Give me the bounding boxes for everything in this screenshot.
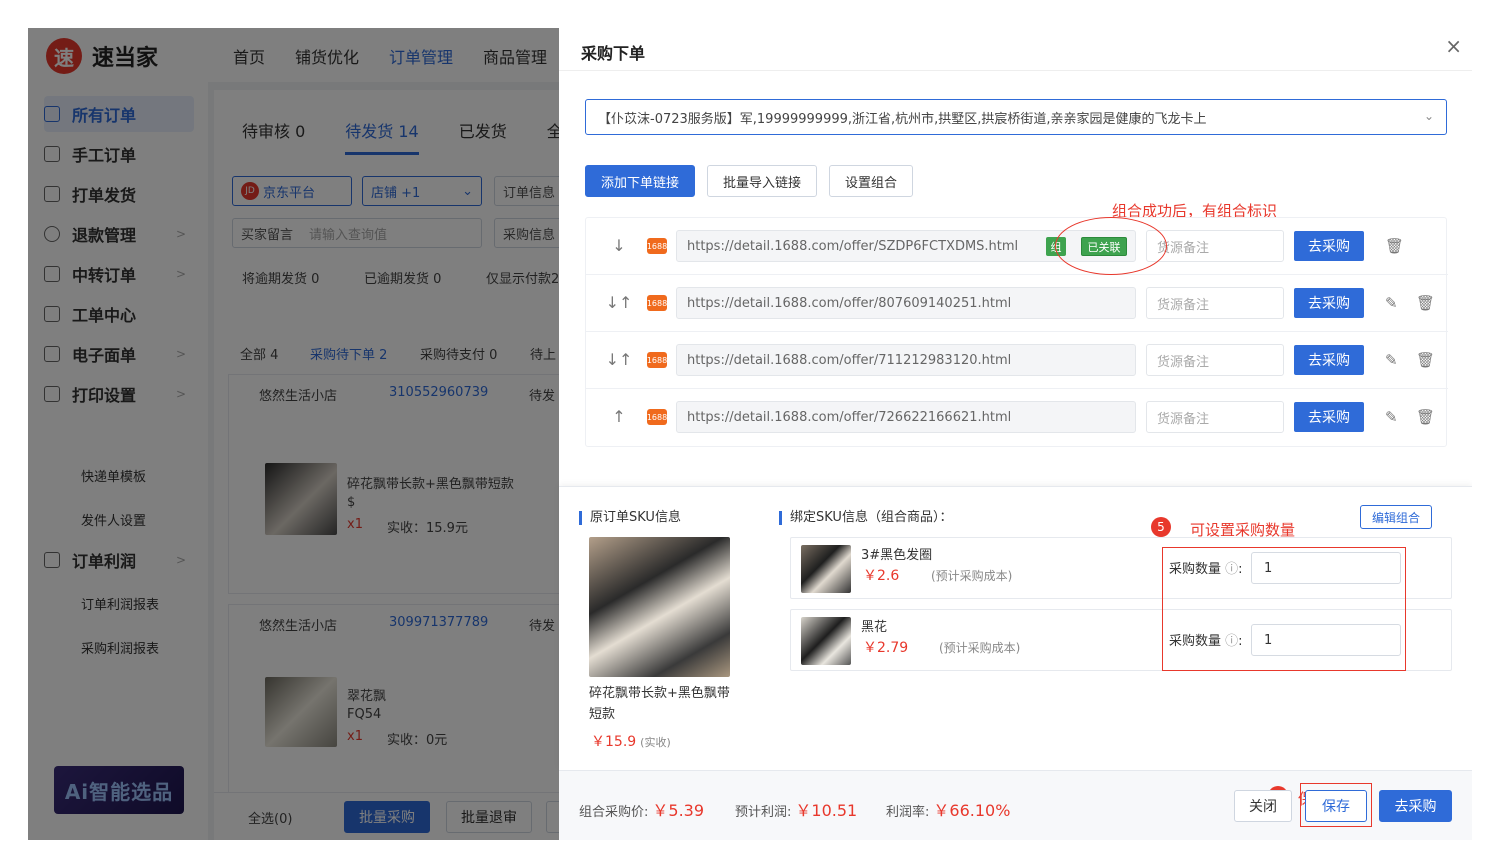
add-link-button[interactable]: 添加下单链接 (585, 165, 695, 197)
source-note-input[interactable]: 货源备注 (1146, 401, 1284, 433)
move-updown-icon[interactable]: ↓↑ (602, 350, 636, 369)
link-url-field[interactable]: https://detail.1688.com/offer/8076091402… (676, 287, 1136, 319)
link-url-field[interactable]: https://detail.1688.com/offer/7266221666… (676, 401, 1136, 433)
annotation-rect (1300, 783, 1372, 827)
orig-product-name: 碎花飘带长款+黑色飘带短款 (589, 686, 730, 722)
drawer-footer: 组合采购价:￥5.39 预计利润:￥10.51 利润率:￥66.10% 6 保存… (559, 770, 1472, 840)
tag-1688-icon: 1688 (647, 295, 667, 311)
go-purchase-button[interactable]: 去采购 (1294, 288, 1364, 318)
go-purchase-button[interactable]: 去采购 (1294, 345, 1364, 375)
edit-icon[interactable]: ✎ (1385, 351, 1398, 369)
move-down-icon[interactable]: ↓ (602, 236, 636, 255)
sku-thumbnail (801, 617, 851, 665)
orig-product-price: ￥15.9 (实收) (591, 734, 671, 750)
purchase-drawer: 采购下单 × 【仆苡沫-0723服务版】军,19999999999,浙江省,杭州… (559, 28, 1472, 840)
close-icon[interactable]: × (1445, 36, 1462, 56)
sku-name: 3#黑色发圈 (861, 548, 933, 563)
tag-1688-icon: 1688 (647, 409, 667, 425)
move-updown-icon[interactable]: ↓↑ (602, 293, 636, 312)
link-row: ↓↑ 1688 https://detail.1688.com/offer/71… (586, 332, 1448, 389)
annotation-ellipse (1055, 217, 1167, 275)
link-row: ↑ 1688 https://detail.1688.com/offer/726… (586, 389, 1448, 446)
orig-product-image (589, 537, 730, 677)
edit-icon[interactable]: ✎ (1385, 408, 1398, 426)
trash-icon[interactable]: 🗑 (1416, 351, 1435, 369)
modal-overlay[interactable] (28, 28, 559, 840)
chevron-down-icon: ⌄ (1423, 109, 1434, 123)
go-purchase-footer-button[interactable]: 去采购 (1379, 790, 1452, 822)
go-purchase-button[interactable]: 去采购 (1294, 231, 1364, 261)
sku-panel: 原订单SKU信息 绑定SKU信息（组合商品）： 编辑组合 碎花飘带长款+黑色飘带… (559, 486, 1472, 770)
sku-thumbnail (801, 545, 851, 593)
edit-icon[interactable]: ✎ (1385, 294, 1398, 312)
step-5-badge: 5 (1151, 517, 1171, 537)
move-up-icon[interactable]: ↑ (602, 407, 636, 426)
trash-icon[interactable]: 🗑 (1416, 408, 1435, 426)
divider (559, 70, 1472, 71)
close-button[interactable]: 关闭 (1234, 790, 1292, 822)
link-row: ↓ 1688 https://detail.1688.com/offer/SZD… (586, 218, 1448, 275)
tag-1688-icon: 1688 (647, 238, 667, 254)
source-note-input[interactable]: 货源备注 (1146, 344, 1284, 376)
tag-1688-icon: 1688 (647, 352, 667, 368)
drawer-title: 采购下单 (581, 44, 646, 63)
address-select[interactable]: 【仆苡沫-0723服务版】军,19999999999,浙江省,杭州市,拱墅区,拱… (585, 99, 1447, 135)
bind-sku-title: 绑定SKU信息（组合商品）： (779, 511, 952, 525)
set-combo-button[interactable]: 设置组合 (829, 165, 913, 197)
sku-price: ￥2.6 (863, 568, 900, 584)
trash-icon[interactable]: 🗑 (1416, 294, 1435, 312)
links-panel: ↓ 1688 https://detail.1688.com/offer/SZD… (585, 217, 1448, 447)
app-frame: 速 速当家 首页 铺货优化 订单管理 商品管理 所有订单 手工订单 打单发货 退… (28, 28, 1472, 840)
sku-price: ￥2.79 (863, 640, 909, 656)
go-purchase-button[interactable]: 去采购 (1294, 402, 1364, 432)
batch-import-button[interactable]: 批量导入链接 (707, 165, 817, 197)
profit-margin: 利润率: ￥66.10% (886, 801, 1011, 820)
link-row: ↓↑ 1688 https://detail.1688.com/offer/80… (586, 275, 1448, 332)
source-note-input[interactable]: 货源备注 (1146, 287, 1284, 319)
address-value: 【仆苡沫-0723服务版】军,19999999999,浙江省,杭州市,拱墅区,拱… (598, 111, 1207, 127)
combo-price: 组合采购价: ￥5.39 (579, 801, 705, 820)
sku-price-note: (预计采购成本) (939, 641, 1021, 655)
edit-combo-button[interactable]: 编辑组合 (1360, 505, 1432, 529)
link-url-field[interactable]: https://detail.1688.com/offer/7112129831… (676, 344, 1136, 376)
expected-profit: 预计利润: ￥10.51 (735, 801, 858, 820)
annotation-rect (1162, 547, 1406, 671)
sku-price-note: (预计采购成本) (931, 569, 1013, 583)
orig-sku-title: 原订单SKU信息 (579, 511, 681, 525)
sku-name: 黑花 (861, 620, 888, 635)
trash-icon[interactable]: 🗑 (1385, 237, 1404, 255)
